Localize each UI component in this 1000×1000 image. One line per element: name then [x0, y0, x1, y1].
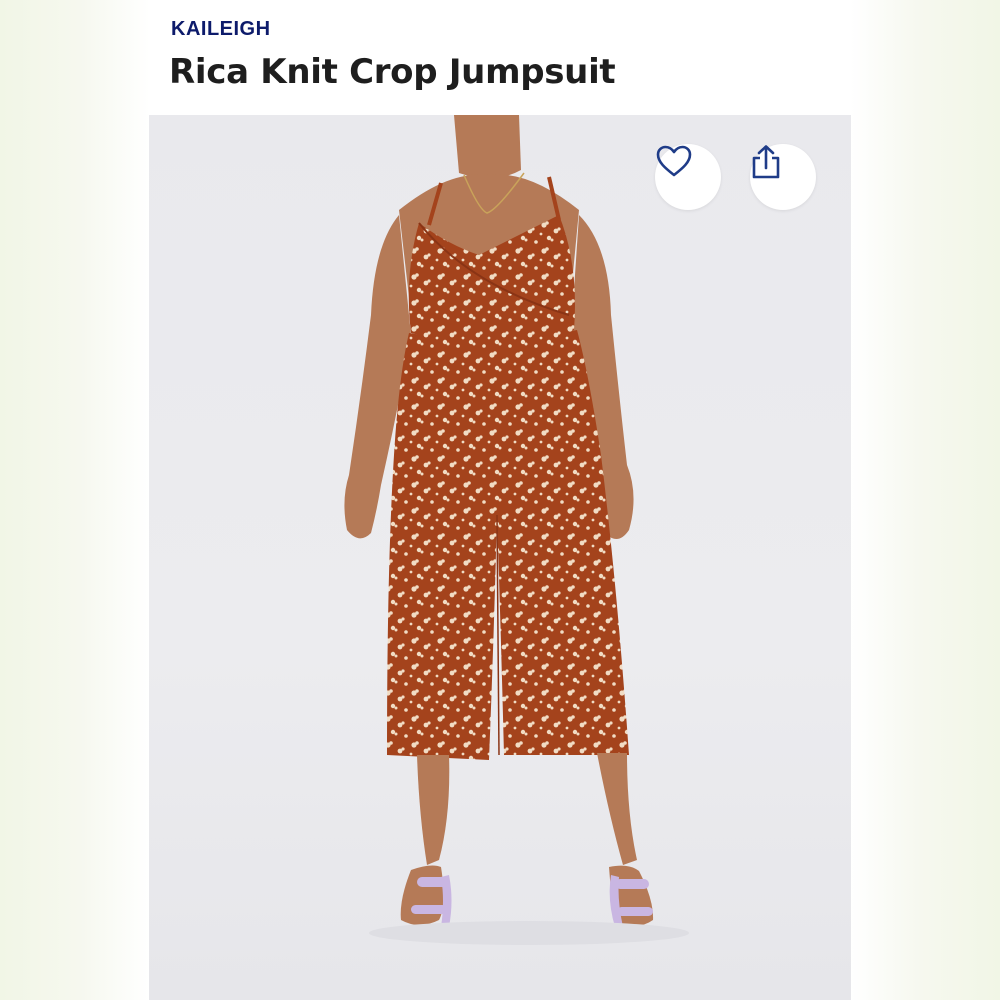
- favorite-button[interactable]: [655, 144, 721, 210]
- product-card: KAILEIGH Rica Knit Crop Jumpsuit: [149, 0, 851, 1000]
- share-upload-icon: [752, 145, 780, 179]
- product-photo[interactable]: [149, 115, 851, 1000]
- model-illustration: [344, 115, 689, 945]
- product-header: KAILEIGH Rica Knit Crop Jumpsuit: [149, 0, 851, 115]
- product-title: Rica Knit Crop Jumpsuit: [169, 52, 616, 92]
- heart-outline-icon: [656, 145, 692, 177]
- brand-name[interactable]: KAILEIGH: [171, 18, 271, 41]
- share-button[interactable]: [750, 144, 816, 210]
